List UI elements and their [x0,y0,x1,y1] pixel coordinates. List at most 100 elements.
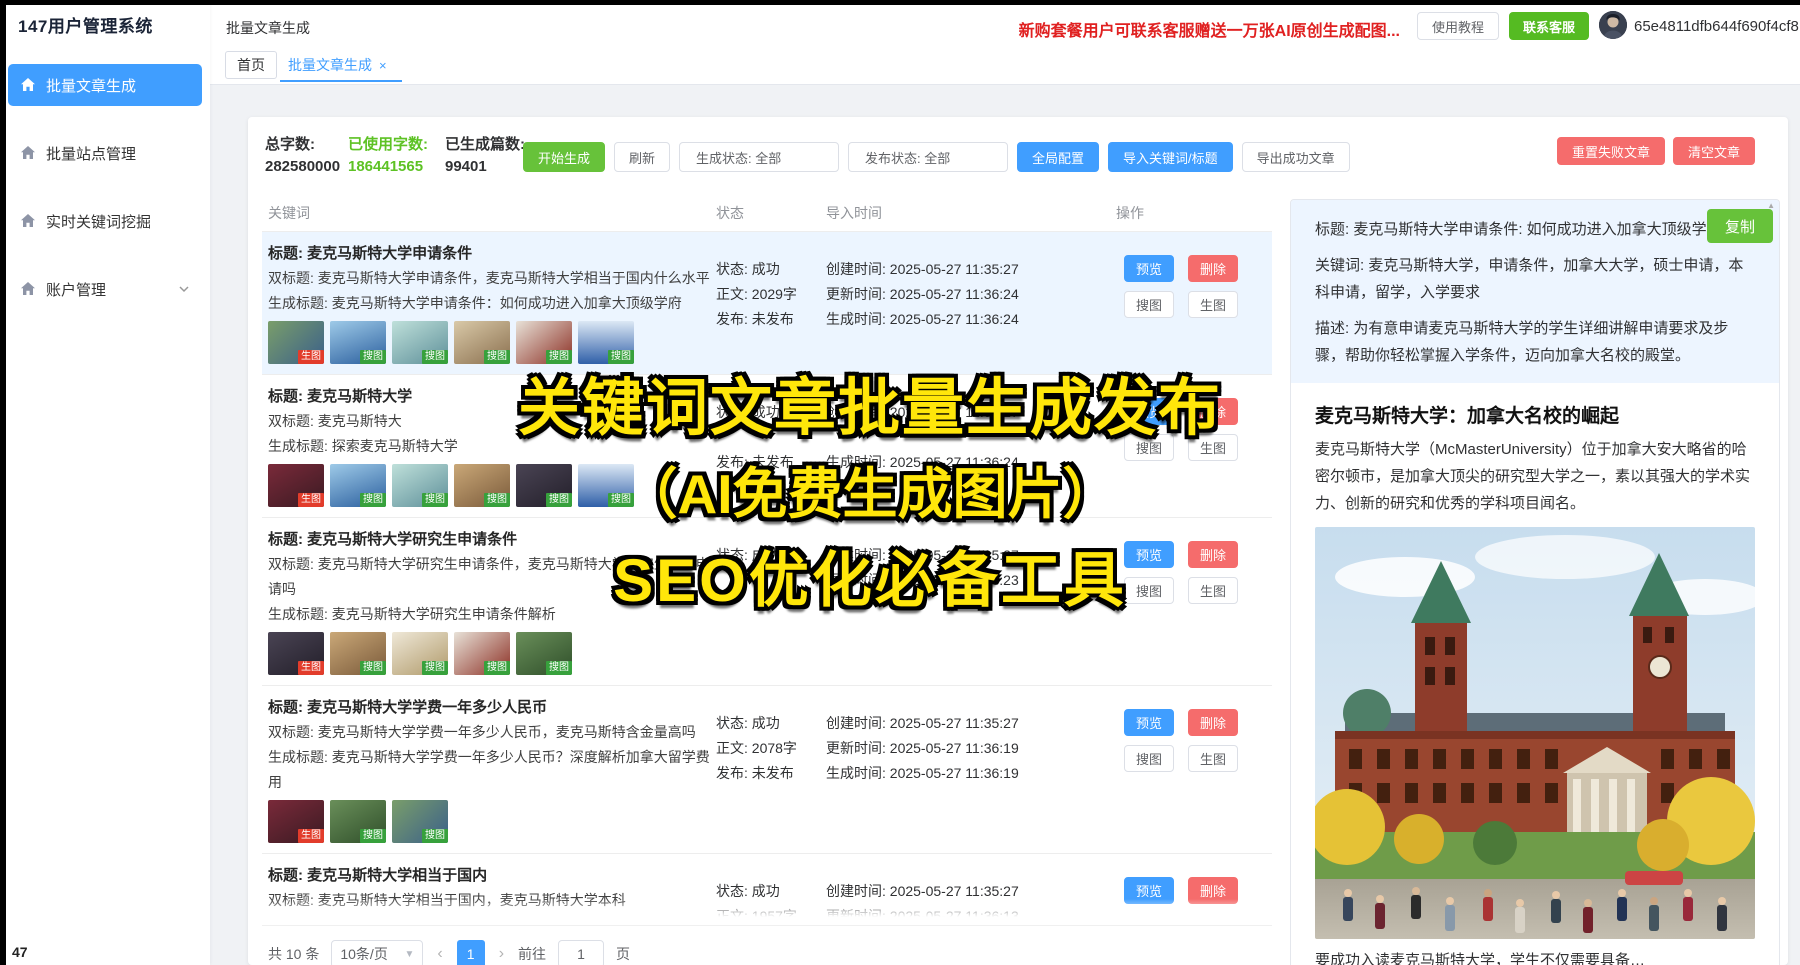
table-row[interactable]: 标题: 麦克马斯特大学 双标题: 麦克马斯特大 生成标题: 探索麦克马斯特大学 … [262,374,1272,517]
article-thumbnail[interactable]: 生图 [268,321,324,364]
keyword-cell: 标题: 麦克马斯特大学研究生申请条件 双标题: 麦克马斯特大学研究生申请条件，麦… [268,527,716,675]
thumb-badge: 搜图 [608,493,634,507]
copy-button[interactable]: 复制 [1707,209,1773,243]
thumb-badge: 搜图 [546,661,572,675]
export-success-button[interactable]: 导出成功文章 [1242,142,1350,172]
search-image-button[interactable]: 搜图 [1124,577,1174,604]
contact-support-button[interactable]: 联系客服 [1509,12,1589,40]
sidebar-item-keyword-mining[interactable]: 实时关键词挖掘 [8,200,202,242]
preview-meta: 标题: 麦克马斯特大学申请条件: 如何成功进入加拿大顶级学府 关键词: 麦克马斯… [1291,200,1779,383]
stat-label: 已使用字数: [348,136,428,153]
tab-batch-article[interactable]: 批量文章生成 × [288,51,387,79]
preview-partial-text: 要成功入读麦克马斯特大学，学生不仅需要具备… [1315,947,1755,965]
refresh-button[interactable]: 刷新 [614,142,670,172]
preview-button[interactable]: 预览 [1124,709,1174,736]
preview-button[interactable]: 预览 [1124,255,1174,282]
article-thumbnail[interactable]: 搜图 [392,800,448,843]
global-config-button[interactable]: 全局配置 [1017,142,1099,172]
clear-articles-button[interactable]: 清空文章 [1673,137,1755,165]
goto-label: 前往 [518,944,546,964]
table-row[interactable]: 标题: 麦克马斯特大学相当于国内 双标题: 麦克马斯特大学相当于国内，麦克马斯特… [262,853,1272,917]
breadcrumb: 批量文章生成 [226,18,310,38]
time-cell: 创建时间: 2025-05-27 11:35:27 更新时间: 2025-05-… [826,241,1116,364]
prev-page-button[interactable]: ‹ [435,945,444,963]
actions-cell: 预览 删除 搜图 生图 [1116,527,1278,675]
header-status: 状态 [716,203,826,223]
home-icon [20,77,36,93]
article-thumbnail[interactable]: 搜图 [330,632,386,675]
preview-button[interactable]: 预览 [1124,541,1174,568]
article-thumbnail[interactable]: 生图 [268,632,324,675]
active-tab-underline [280,80,402,82]
user-avatar[interactable] [1599,11,1627,39]
thumbnail-strip: 生图 搜图 搜图 搜图 搜图 搜图 [268,464,716,507]
tab-home[interactable]: 首页 [225,51,277,79]
sidebar-item-label: 批量文章生成 [46,75,136,96]
reset-failed-button[interactable]: 重置失败文章 [1557,137,1665,165]
delete-button[interactable]: 删除 [1188,255,1238,282]
article-thumbnail[interactable]: 生图 [268,464,324,507]
sidebar-item-batch-article[interactable]: 批量文章生成 [8,64,202,106]
thumb-badge: 搜图 [608,350,634,364]
sidebar-menu: 批量文章生成 批量站点管理 实时关键词挖掘 账户管理 [0,64,210,336]
preview-button[interactable]: 预览 [1124,398,1174,425]
stat-total-words: 总字数: 282580000 [265,134,340,178]
tab-close-icon[interactable]: × [379,58,387,73]
generate-image-button[interactable]: 生图 [1188,291,1238,318]
generate-status-select[interactable]: 生成状态: 全部 [679,142,839,172]
time-cell: 创建时间: 2025-05-27 11:35:27 更新时间: 2025-05-… [826,695,1116,843]
article-thumbnail[interactable]: 搜图 [578,464,634,507]
sidebar-item-batch-site[interactable]: 批量站点管理 [8,132,202,174]
article-thumbnail[interactable]: 搜图 [330,321,386,364]
generate-image-button[interactable]: 生图 [1188,577,1238,604]
page-size-select[interactable]: 10条/页 ▼ [331,940,423,965]
generated-line: 生成时间: 2025-05-27 11:36:19 [826,761,1116,786]
start-generate-button[interactable]: 开始生成 [523,142,605,172]
table-row[interactable]: 标题: 麦克马斯特大学学费一年多少人民币 双标题: 麦克马斯特大学学费一年多少人… [262,685,1272,853]
status-line: 状态: 成功 [716,711,826,736]
preview-paragraph: 麦克马斯特大学（McMasterUniversity）位于加拿大安大略省的哈密尔… [1315,436,1755,517]
generate-image-button[interactable]: 生图 [1188,434,1238,461]
home-icon [20,213,36,229]
table-row[interactable]: 标题: 麦克马斯特大学研究生申请条件 双标题: 麦克马斯特大学研究生申请条件，麦… [262,517,1272,685]
article-table: 关键词 状态 导入时间 操作 标题: 麦克马斯特大学申请条件 双标题: 麦克马斯… [262,201,1272,965]
import-keywords-button[interactable]: 导入关键词/标题 [1108,142,1233,172]
article-thumbnail[interactable]: 搜图 [578,321,634,364]
table-row[interactable]: 标题: 麦克马斯特大学申请条件 双标题: 麦克马斯特大学申请条件，麦克马斯特大学… [262,231,1272,374]
tutorial-button[interactable]: 使用教程 [1417,12,1499,40]
stat-label: 已生成篇数: [445,136,525,153]
words-line: 正文: 2029字 [716,282,826,307]
app-title: 147用户管理系统 [18,12,153,37]
delete-button[interactable]: 删除 [1188,709,1238,736]
sidebar-item-account[interactable]: 账户管理 [8,268,202,310]
article-thumbnail[interactable]: 搜图 [392,464,448,507]
pagination: 共 10 条 10条/页 ▼ ‹ 1 › 前往 1 页 [262,925,1272,965]
publish-status-select[interactable]: 发布状态: 全部 [848,142,1008,172]
search-image-button[interactable]: 搜图 [1124,745,1174,772]
delete-button[interactable]: 删除 [1188,541,1238,568]
article-thumbnail[interactable]: 搜图 [330,800,386,843]
article-thumbnail[interactable]: 搜图 [392,632,448,675]
article-thumbnail[interactable]: 生图 [268,800,324,843]
article-thumbnail[interactable]: 搜图 [516,632,572,675]
status-cell: 状态: 成功 正文: 2029字 发布: 未发布 [716,241,826,364]
article-thumbnail[interactable]: 搜图 [330,464,386,507]
delete-button[interactable]: 删除 [1188,398,1238,425]
search-image-button[interactable]: 搜图 [1124,291,1174,318]
article-thumbnail[interactable]: 搜图 [516,321,572,364]
goto-page-input[interactable]: 1 [558,940,604,965]
next-page-button[interactable]: › [497,945,506,963]
article-thumbnail[interactable]: 搜图 [454,321,510,364]
screen-top-border [0,0,1800,5]
article-thumbnail[interactable]: 搜图 [454,464,510,507]
corner-fragment: 47 [12,944,28,960]
article-thumbnail[interactable]: 搜图 [392,321,448,364]
keyword-cell: 标题: 麦克马斯特大学 双标题: 麦克马斯特大 生成标题: 探索麦克马斯特大学 … [268,384,716,507]
thumbnail-strip: 生图 搜图 搜图 搜图 搜图 [268,632,716,675]
article-thumbnail[interactable]: 搜图 [516,464,572,507]
article-thumbnail[interactable]: 搜图 [454,632,510,675]
generate-image-button[interactable]: 生图 [1188,745,1238,772]
current-page-button[interactable]: 1 [457,940,485,965]
thumb-badge: 生图 [298,350,324,364]
search-image-button[interactable]: 搜图 [1124,434,1174,461]
